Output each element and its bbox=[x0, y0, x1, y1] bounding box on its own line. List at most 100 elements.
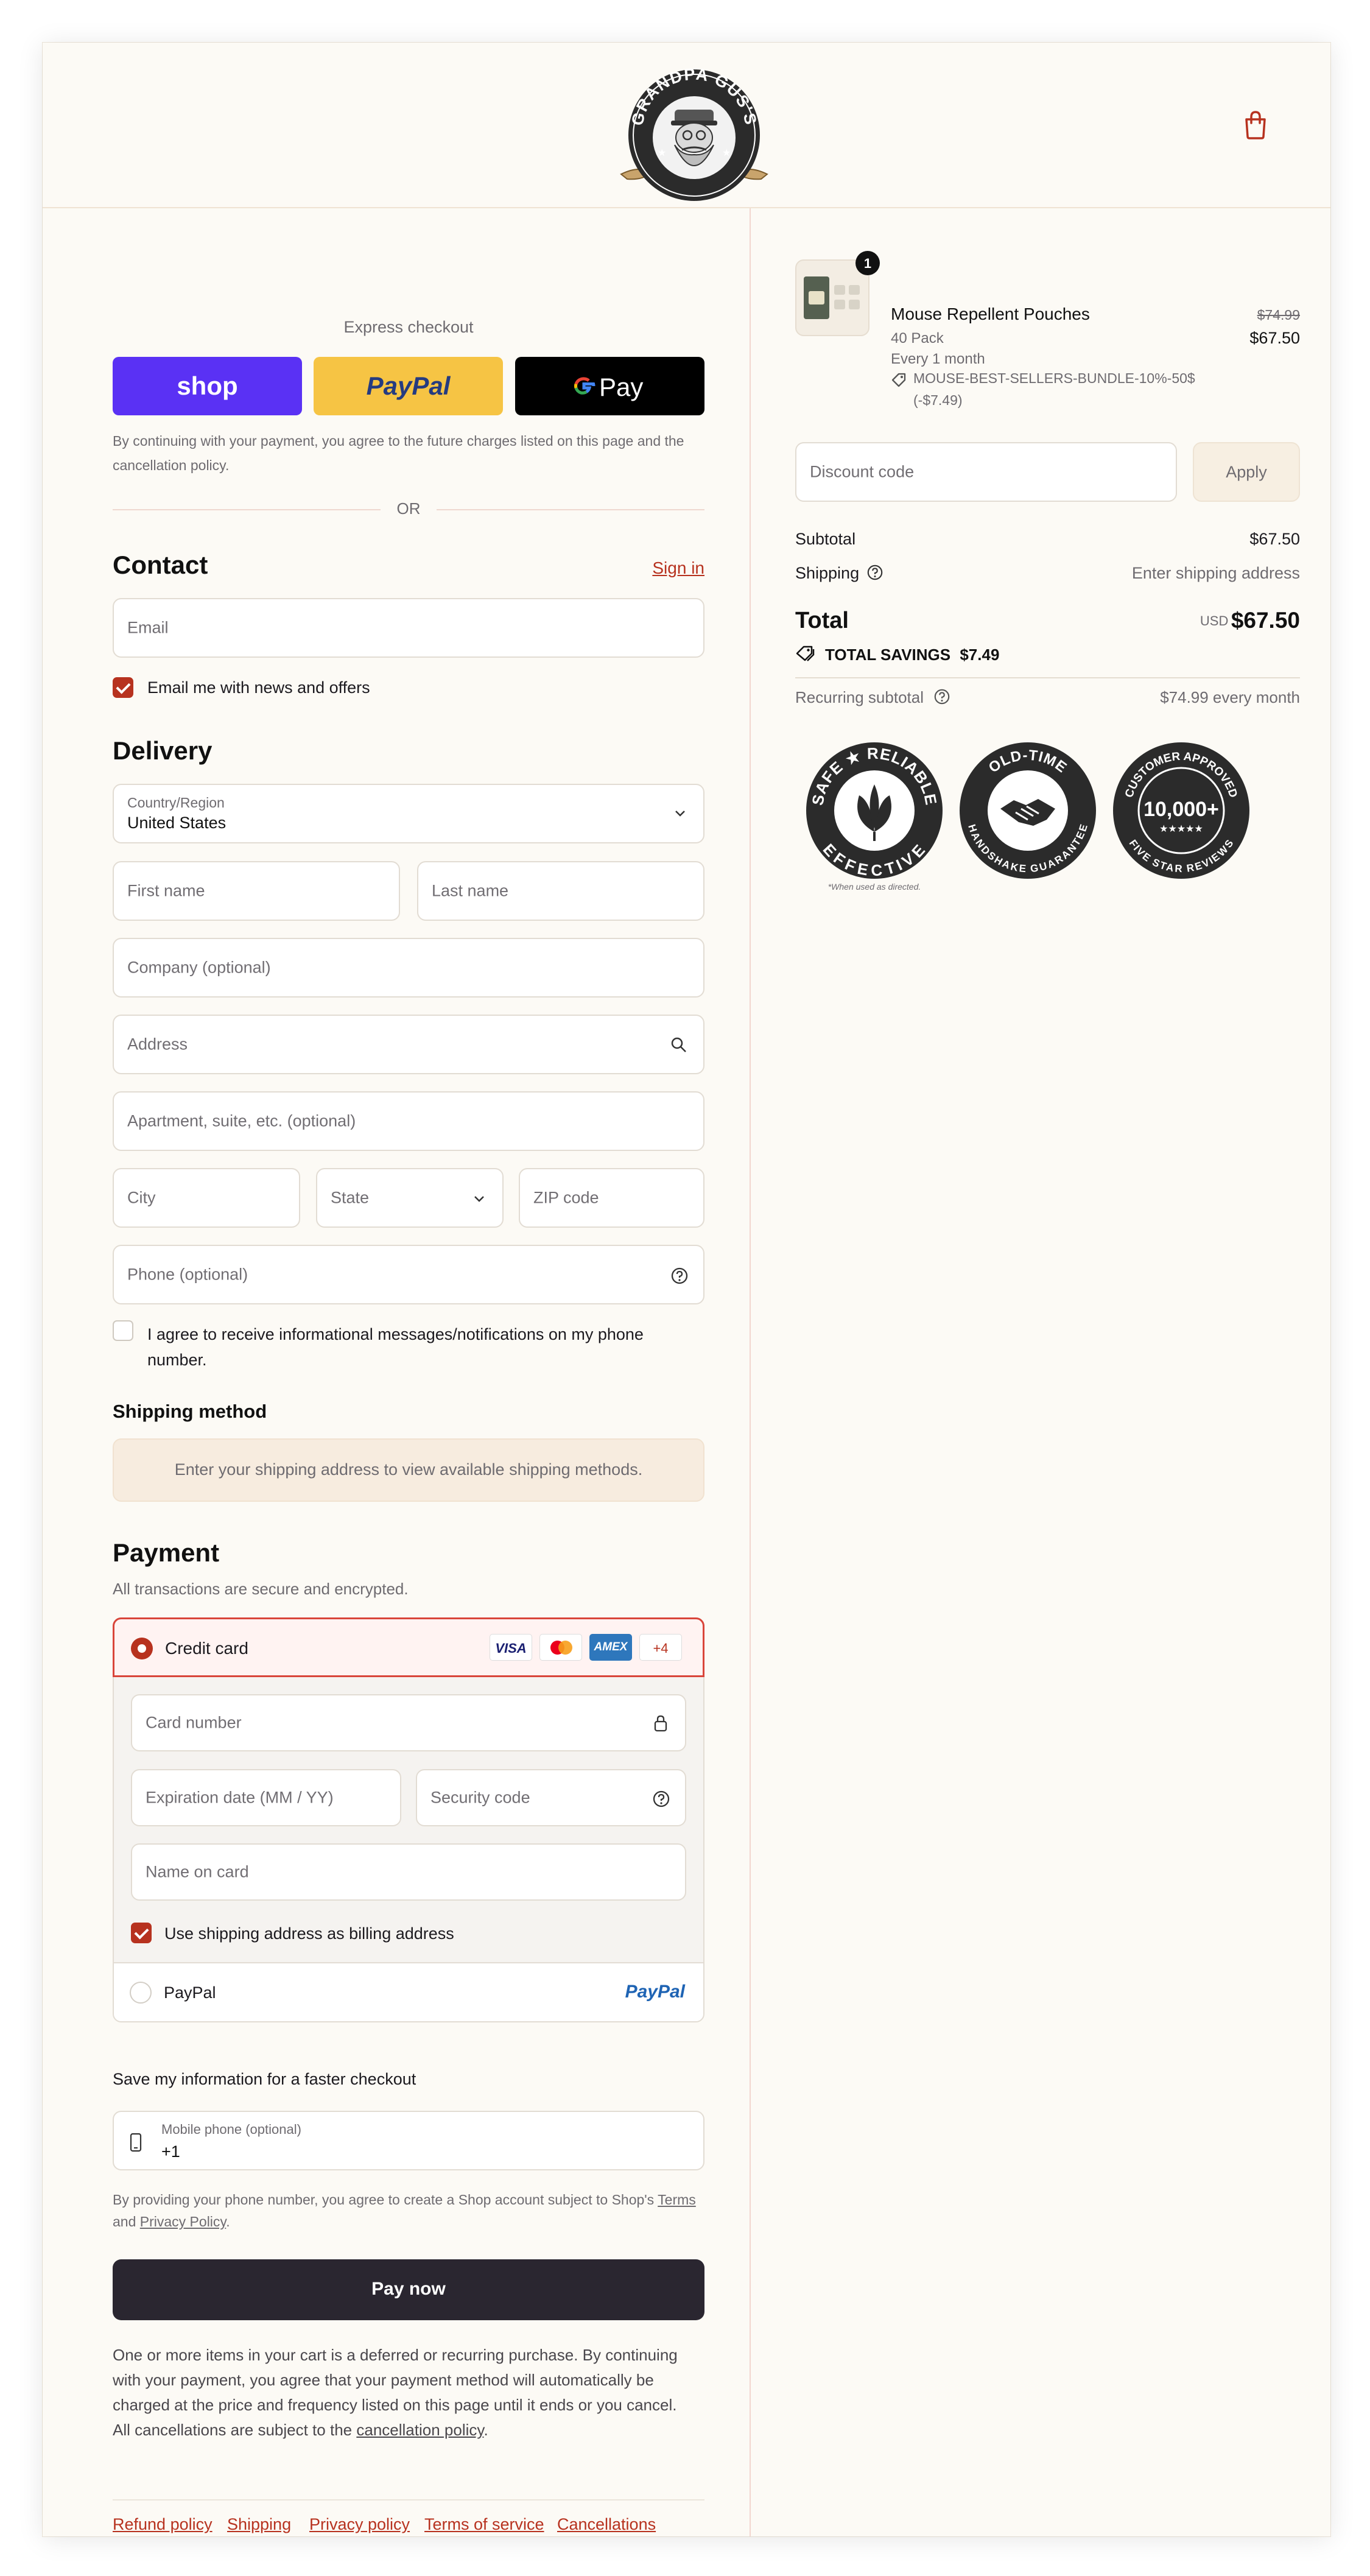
name-on-card-placeholder: Name on card bbox=[146, 1862, 249, 1881]
recurring-notice-line1: One or more items in your cart is a defe… bbox=[113, 2346, 678, 2364]
savings-label: TOTAL SAVINGS bbox=[825, 646, 951, 664]
zip-field[interactable]: ZIP code bbox=[519, 1168, 704, 1228]
google-pay-button[interactable]: Pay bbox=[515, 357, 704, 415]
product-variant: 40 Pack bbox=[891, 330, 944, 347]
svg-text:★: ★ bbox=[658, 148, 666, 158]
shop-terms-period: . bbox=[226, 2214, 230, 2229]
paypal-radio[interactable] bbox=[130, 1982, 152, 2004]
total-amount: USD $67.50 bbox=[1111, 608, 1300, 633]
mobile-phone-field[interactable]: Mobile phone (optional) +1 bbox=[113, 2111, 704, 2170]
apply-discount-button[interactable]: Apply bbox=[1193, 442, 1300, 502]
last-name-field[interactable]: Last name bbox=[417, 861, 704, 921]
discount-code-field[interactable]: Discount code bbox=[795, 442, 1177, 502]
express-checkout-title: Express checkout bbox=[343, 318, 474, 336]
city-field[interactable]: City bbox=[113, 1168, 300, 1228]
company-field[interactable]: Company (optional) bbox=[113, 938, 704, 998]
help-circle-icon[interactable] bbox=[670, 1267, 689, 1285]
shop-terms-text: By providing your phone number, you agre… bbox=[113, 2189, 709, 2233]
footer-link-cancellations[interactable]: Cancellations bbox=[557, 2515, 656, 2534]
shop-terms-and: and bbox=[113, 2214, 136, 2229]
or-label: OR bbox=[396, 499, 421, 518]
brand-logo[interactable]: GRANDPA GUS'S ★ ★ bbox=[615, 65, 773, 206]
shop-terms-link[interactable]: Terms bbox=[658, 2192, 696, 2208]
mobile-phone-label: Mobile phone (optional) bbox=[161, 2122, 301, 2137]
country-value: United States bbox=[127, 814, 227, 832]
footer-link-shipping[interactable]: Shipping bbox=[227, 2515, 291, 2534]
help-circle-icon[interactable] bbox=[652, 1790, 670, 1808]
total-savings: TOTAL SAVINGS $7.49 bbox=[825, 646, 999, 664]
city-placeholder: City bbox=[127, 1188, 156, 1207]
total-value: $67.50 bbox=[1231, 608, 1300, 633]
recurring-subtotal-label: Recurring subtotal bbox=[795, 688, 924, 706]
shop-privacy-link[interactable]: Privacy Policy bbox=[140, 2214, 226, 2229]
news-label: Email me with news and offers bbox=[147, 678, 370, 697]
savings-tag-icon bbox=[796, 646, 815, 661]
cancellation-policy-link[interactable]: cancellation policy bbox=[356, 2421, 483, 2439]
apartment-placeholder: Apartment, suite, etc. (optional) bbox=[127, 1111, 356, 1130]
shop-pay-label: shop bbox=[177, 371, 238, 400]
recurring-notice-line2: with your payment, you agree that your p… bbox=[113, 2371, 654, 2389]
sign-in-link[interactable]: Sign in bbox=[631, 558, 704, 578]
security-code-field[interactable]: Security code bbox=[416, 1769, 686, 1826]
total-currency: USD bbox=[1200, 613, 1229, 628]
first-name-field[interactable]: First name bbox=[113, 861, 400, 921]
customer-approved-badge: CUSTOMER APPROVED FIVE STAR REVIEWS 10,0… bbox=[1113, 742, 1249, 879]
subtotal-value: $67.50 bbox=[1249, 530, 1300, 548]
mobile-phone-icon bbox=[130, 2133, 142, 2152]
shipping-label: Shipping bbox=[795, 564, 860, 582]
svg-text:★★★★★: ★★★★★ bbox=[1159, 824, 1203, 834]
sms-checkbox[interactable] bbox=[113, 1320, 133, 1341]
state-select[interactable]: State bbox=[316, 1168, 504, 1228]
card-number-field[interactable]: Card number bbox=[131, 1694, 686, 1751]
name-on-card-field[interactable]: Name on card bbox=[131, 1843, 686, 1901]
expiration-field[interactable]: Expiration date (MM / YY) bbox=[131, 1769, 401, 1826]
google-g-icon bbox=[574, 377, 595, 395]
email-placeholder: Email bbox=[127, 618, 169, 637]
subtotal-label: Subtotal bbox=[795, 530, 856, 548]
delivery-title: Delivery bbox=[113, 736, 213, 765]
paypal-express-button[interactable]: PayPal bbox=[314, 357, 503, 415]
paypal-express-label: PayPal bbox=[366, 371, 451, 400]
pay-now-button[interactable]: Pay now bbox=[113, 2259, 704, 2320]
checkout-form: Express checkout shop PayPal Pay By cont… bbox=[43, 208, 751, 2536]
credit-card-option[interactable]: Credit card VISA AMEX +4 bbox=[113, 1617, 704, 1677]
footer-link-privacy[interactable]: Privacy policy bbox=[309, 2515, 410, 2534]
billing-same-label: Use shipping address as billing address bbox=[164, 1924, 454, 1943]
discount-code-placeholder: Discount code bbox=[810, 462, 915, 481]
shop-pay-button[interactable]: shop bbox=[113, 357, 302, 415]
shopping-bag-icon[interactable] bbox=[1242, 110, 1269, 140]
sms-label: I agree to receive informational message… bbox=[147, 1325, 644, 1369]
help-circle-icon[interactable] bbox=[866, 564, 883, 581]
address-field[interactable]: Address bbox=[113, 1015, 704, 1074]
paypal-option[interactable]: PayPal PayPal bbox=[114, 1962, 703, 2021]
email-field[interactable]: Email bbox=[113, 598, 704, 658]
recurring-notice-line3: charged at the price and frequency liste… bbox=[113, 2396, 677, 2414]
savings-value: $7.49 bbox=[960, 646, 1000, 664]
billing-same-checkbox[interactable] bbox=[131, 1923, 152, 1943]
visa-logo: VISA bbox=[490, 1634, 532, 1661]
phone-field[interactable]: Phone (optional) bbox=[113, 1245, 704, 1304]
news-checkbox[interactable] bbox=[113, 677, 133, 698]
search-icon bbox=[671, 1037, 686, 1052]
paypal-option-label: PayPal bbox=[164, 1983, 216, 2002]
footer-link-terms[interactable]: Terms of service bbox=[424, 2515, 544, 2534]
handshake-guarantee-badge: OLD-TIME HANDSHAKE GUARANTEE bbox=[960, 742, 1096, 879]
quantity-badge: 1 bbox=[855, 251, 880, 275]
state-placeholder: State bbox=[331, 1188, 370, 1207]
discount-code-applied: MOUSE-BEST-SELLERS-BUNDLE-10%-50$ bbox=[913, 370, 1195, 386]
more-brands-text: +4 bbox=[653, 1641, 669, 1656]
help-circle-icon[interactable] bbox=[933, 688, 950, 705]
apartment-field[interactable]: Apartment, suite, etc. (optional) bbox=[113, 1091, 704, 1151]
footer-divider bbox=[113, 2499, 704, 2500]
badge3-center-text: 10,000+ bbox=[1143, 798, 1219, 821]
mobile-phone-value: +1 bbox=[161, 2142, 180, 2161]
checkout-page: GRANDPA GUS'S ★ ★ Express checkout shop … bbox=[43, 43, 1330, 2536]
credit-card-radio[interactable] bbox=[131, 1638, 153, 1659]
country-select[interactable]: Country/Region United States bbox=[113, 784, 704, 843]
divider-right bbox=[437, 509, 704, 510]
paypal-logo: PayPal bbox=[625, 1982, 685, 2002]
expiration-placeholder: Expiration date (MM / YY) bbox=[146, 1788, 334, 1807]
address-placeholder: Address bbox=[127, 1035, 188, 1054]
card-number-placeholder: Card number bbox=[146, 1713, 242, 1732]
footer-link-refund[interactable]: Refund policy bbox=[113, 2515, 213, 2534]
